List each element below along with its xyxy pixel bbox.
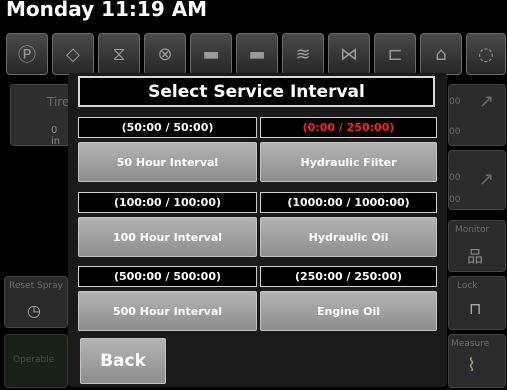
dialog-title: Select Service Interval [78, 76, 435, 107]
expand-arrow-icon: ↗ [479, 91, 495, 112]
expand-arrow-icon: ↗ [479, 169, 495, 190]
interval-100-button[interactable]: 100 Hour Interval [78, 217, 257, 257]
parking-brake-icon[interactable]: Ⓟ [6, 33, 48, 75]
network-icon: 品 [467, 247, 484, 266]
engine-oil-button[interactable]: Engine Oil [260, 291, 437, 331]
gauge-panel-2[interactable]: 00 00 ↗ [448, 150, 506, 210]
reset-spray-button[interactable]: Reset Spray ◷ [4, 276, 68, 328]
hydraulic-filter-value: (0:00 / 250:00) [260, 117, 437, 138]
gauge-panel-1[interactable]: 00 00 ↗ [448, 84, 506, 146]
status-bar: Monday 11:19 AM [0, 0, 507, 34]
gauge-top-a: 00 [449, 97, 461, 107]
monitor-label: Monitor [455, 225, 490, 235]
air-filter-icon[interactable]: ⋈ [328, 33, 370, 75]
interval-50-value: (50:00 / 50:00) [78, 117, 257, 138]
monitor-button[interactable]: Monitor 品 [448, 220, 506, 272]
operable-button[interactable]: Operable [4, 334, 68, 388]
stopwatch-icon: ◷ [27, 301, 41, 320]
toolbar: Ⓟ ◇ ⧖ ⊗ ▬ ▬ ≋ ⋈ ⊏ ⌂ ◌ [0, 33, 507, 75]
hydraulic-oil-value: (1000:00 / 1000:00) [260, 192, 437, 213]
interval-500-value: (500:00 / 500:00) [78, 266, 257, 287]
warning-icon[interactable]: ◇ [52, 33, 94, 75]
hydraulic-filter-button[interactable]: Hydraulic Filter [260, 142, 437, 182]
fuel-icon[interactable]: ⊏ [374, 33, 416, 75]
engine-block-2-icon[interactable]: ▬ [236, 33, 278, 75]
operable-label: Operable [13, 355, 55, 365]
oil-can-icon[interactable]: ⌂ [420, 33, 462, 75]
tire-tile-label: Tire [47, 95, 70, 109]
date-time: Monday 11:19 AM [6, 0, 208, 21]
interval-100-value: (100:00 / 100:00) [78, 192, 257, 213]
lock-label: Lock [457, 281, 478, 291]
lock-icon: ⊓ [469, 299, 482, 318]
lock-button[interactable]: Lock ⊓ [448, 276, 506, 330]
coolant-icon[interactable]: ≋ [282, 33, 324, 75]
tire-tile[interactable]: Tire 0 in [10, 84, 70, 147]
engine-oil-value: (250:00 / 250:00) [260, 266, 437, 287]
chart-icon: ⌇ [467, 355, 476, 376]
gauge-bottom-b: 00 [449, 195, 461, 205]
gauge-top-b: 00 [449, 173, 461, 183]
engine-icon[interactable]: ⊗ [144, 33, 186, 75]
tire-tile-value: 0 in [51, 125, 61, 147]
interval-50-button[interactable]: 50 Hour Interval [78, 142, 257, 182]
hydraulic-oil-button[interactable]: Hydraulic Oil [260, 217, 437, 257]
measure-label: Measure [451, 339, 490, 349]
engine-block-icon[interactable]: ▬ [190, 33, 232, 75]
gauge-bottom-a: 00 [449, 127, 461, 137]
oil-drop-icon[interactable]: ◌ [466, 33, 506, 75]
back-button[interactable]: Back [80, 338, 166, 384]
interval-500-button[interactable]: 500 Hour Interval [78, 291, 257, 331]
hydraulic-fluid-icon[interactable]: ⧖ [98, 33, 140, 75]
reset-spray-label: Reset Spray [9, 281, 63, 291]
measure-button[interactable]: Measure ⌇ [448, 334, 506, 388]
